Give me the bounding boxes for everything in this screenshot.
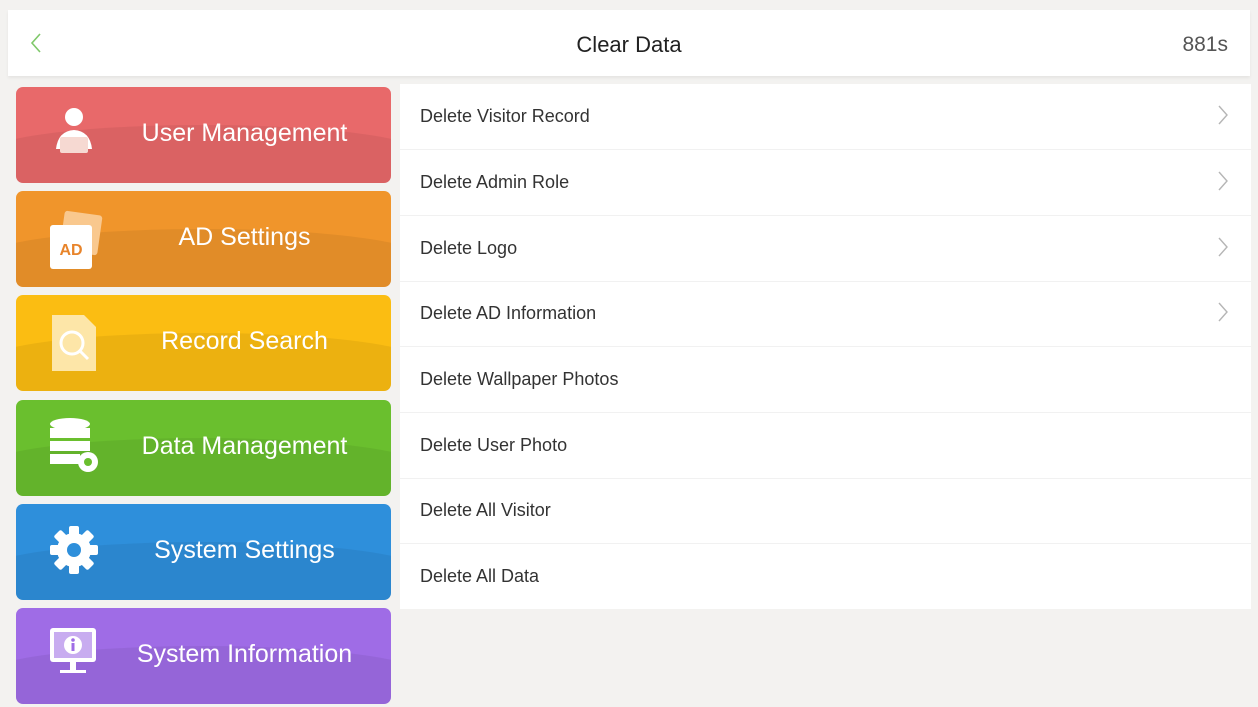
clear-data-list: Delete Visitor Record Delete Admin Role … [400, 84, 1251, 609]
list-item-label: Delete User Photo [420, 435, 568, 455]
database-gear-icon [44, 414, 108, 480]
sidebar-item-record-search[interactable]: Record Search [16, 295, 391, 391]
search-doc-icon [44, 309, 108, 375]
list-item-label: Delete Wallpaper Photos [420, 369, 619, 389]
header-bar: Clear Data 881s [8, 10, 1250, 76]
sidebar-item-label: AD Settings [178, 223, 311, 251]
list-item-label: Delete Visitor Record [420, 106, 590, 126]
list-item-delete-ad-information[interactable]: Delete AD Information [400, 281, 1251, 347]
sidebar-item-label: Record Search [161, 327, 328, 355]
sidebar-item-system-settings[interactable]: System Settings [16, 504, 391, 600]
sidebar-item-label: System Information [136, 640, 353, 668]
list-item-label: Delete All Data [420, 566, 540, 586]
svg-text:AD: AD [59, 242, 82, 259]
sidebar-item-label: User Management [141, 119, 348, 147]
chevron-right-icon [1217, 170, 1229, 192]
user-icon [44, 101, 108, 167]
gear-icon [44, 518, 108, 584]
sidebar-item-system-information[interactable]: System Information [16, 608, 391, 704]
chevron-right-icon [1217, 104, 1229, 126]
list-item-delete-visitor-record[interactable]: Delete Visitor Record [400, 84, 1251, 150]
ad-icon: AD [44, 205, 108, 271]
sidebar-item-ad-settings[interactable]: AD AD Settings [16, 191, 391, 287]
sidebar-item-label: Data Management [141, 432, 348, 460]
sidebar-item-data-management[interactable]: Data Management [16, 400, 391, 496]
countdown-timer: 881s [1182, 33, 1228, 56]
list-item-delete-all-data[interactable]: Delete All Data [400, 544, 1251, 609]
list-item-delete-user-photo[interactable]: Delete User Photo [400, 413, 1251, 479]
list-item-delete-logo[interactable]: Delete Logo [400, 216, 1251, 282]
list-item-delete-all-visitor[interactable]: Delete All Visitor [400, 478, 1251, 544]
list-item-label: Delete Logo [420, 238, 518, 258]
list-item-label: Delete Admin Role [420, 172, 570, 192]
monitor-info-icon [44, 622, 108, 688]
list-item-label: Delete All Visitor [420, 500, 551, 520]
list-item-delete-wallpaper-photos[interactable]: Delete Wallpaper Photos [400, 347, 1251, 413]
page-title: Clear Data [576, 32, 682, 57]
chevron-right-icon [1217, 301, 1229, 323]
chevron-right-icon [1217, 236, 1229, 258]
list-item-delete-admin-role[interactable]: Delete Admin Role [400, 150, 1251, 216]
sidebar-item-label: System Settings [154, 536, 335, 564]
sidebar-item-user-management[interactable]: User Management [16, 87, 391, 183]
list-item-label: Delete AD Information [420, 303, 597, 323]
